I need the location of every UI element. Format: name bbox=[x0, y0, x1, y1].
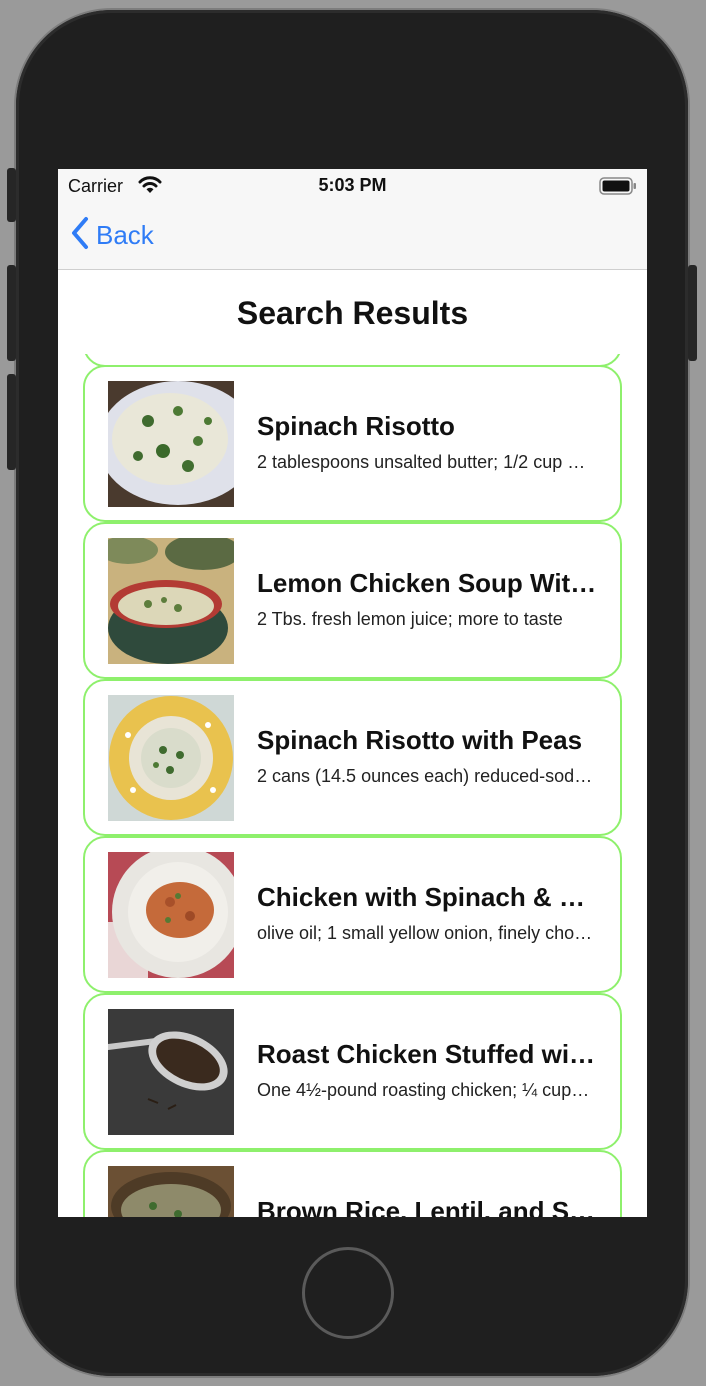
recipe-ingredients: 2 tablespoons unsalted butter; 1/2 cup c… bbox=[257, 452, 593, 472]
recipe-title: Chicken with Spinach & Rice bbox=[257, 882, 602, 912]
recipe-title: Roast Chicken Stuffed with Wild Rice bbox=[257, 1039, 602, 1069]
volume-down-button bbox=[7, 374, 16, 470]
recipe-image bbox=[108, 538, 234, 664]
list-item[interactable]: Chicken with Spinach & Rice olive oil; 1… bbox=[83, 836, 622, 993]
page-title: Search Results bbox=[236, 295, 469, 331]
recipe-title: Lemon Chicken Soup With Spinach bbox=[257, 568, 602, 598]
status-bar: Carrier 5:03 PM bbox=[58, 169, 647, 201]
recipe-ingredients: One 4½-pound roasting chicken; ¼ cup wil… bbox=[257, 1080, 593, 1100]
recipe-title: Brown Rice, Lentil, and Spinach Soup bbox=[257, 1196, 602, 1217]
recipe-image bbox=[108, 852, 234, 978]
recipe-image bbox=[108, 695, 234, 821]
mute-switch bbox=[7, 168, 16, 222]
screen: Carrier 5:03 PM Back Search Results Spin… bbox=[58, 169, 647, 1217]
list-item[interactable]: Lemon Chicken Soup With Spinach 2 Tbs. f… bbox=[83, 522, 622, 679]
results-list[interactable]: Spinach Risotto 2 tablespoons unsalted b… bbox=[58, 354, 647, 1217]
navigation-bar: Back bbox=[58, 201, 647, 270]
battery-icon bbox=[599, 177, 637, 200]
power-button bbox=[688, 265, 697, 361]
clock: 5:03 PM bbox=[318, 175, 387, 195]
home-button[interactable] bbox=[302, 1247, 394, 1339]
recipe-title: Spinach Risotto with Peas bbox=[257, 725, 583, 755]
back-button[interactable]: Back bbox=[70, 215, 154, 255]
recipe-image bbox=[108, 1166, 234, 1217]
back-label: Back bbox=[96, 219, 154, 250]
recipe-image bbox=[108, 1009, 234, 1135]
recipe-ingredients: 2 Tbs. fresh lemon juice; more to taste bbox=[257, 609, 563, 629]
recipe-ingredients: olive oil; 1 small yellow onion, finely … bbox=[257, 923, 593, 943]
list-item[interactable]: Brown Rice, Lentil, and Spinach Soup bbox=[83, 1150, 622, 1217]
list-item[interactable]: Roast Chicken Stuffed with Wild Rice One… bbox=[83, 993, 622, 1150]
chevron-left-icon bbox=[70, 216, 90, 255]
recipe-ingredients: 2 cans (14.5 ounces each) reduced-sodium… bbox=[257, 766, 593, 786]
list-item[interactable]: Spinach Risotto 2 tablespoons unsalted b… bbox=[83, 365, 622, 522]
recipe-image bbox=[108, 381, 234, 507]
list-item[interactable]: Spinach Risotto with Peas 2 cans (14.5 o… bbox=[83, 679, 622, 836]
recipe-title: Spinach Risotto bbox=[257, 411, 455, 441]
volume-up-button bbox=[7, 265, 16, 361]
